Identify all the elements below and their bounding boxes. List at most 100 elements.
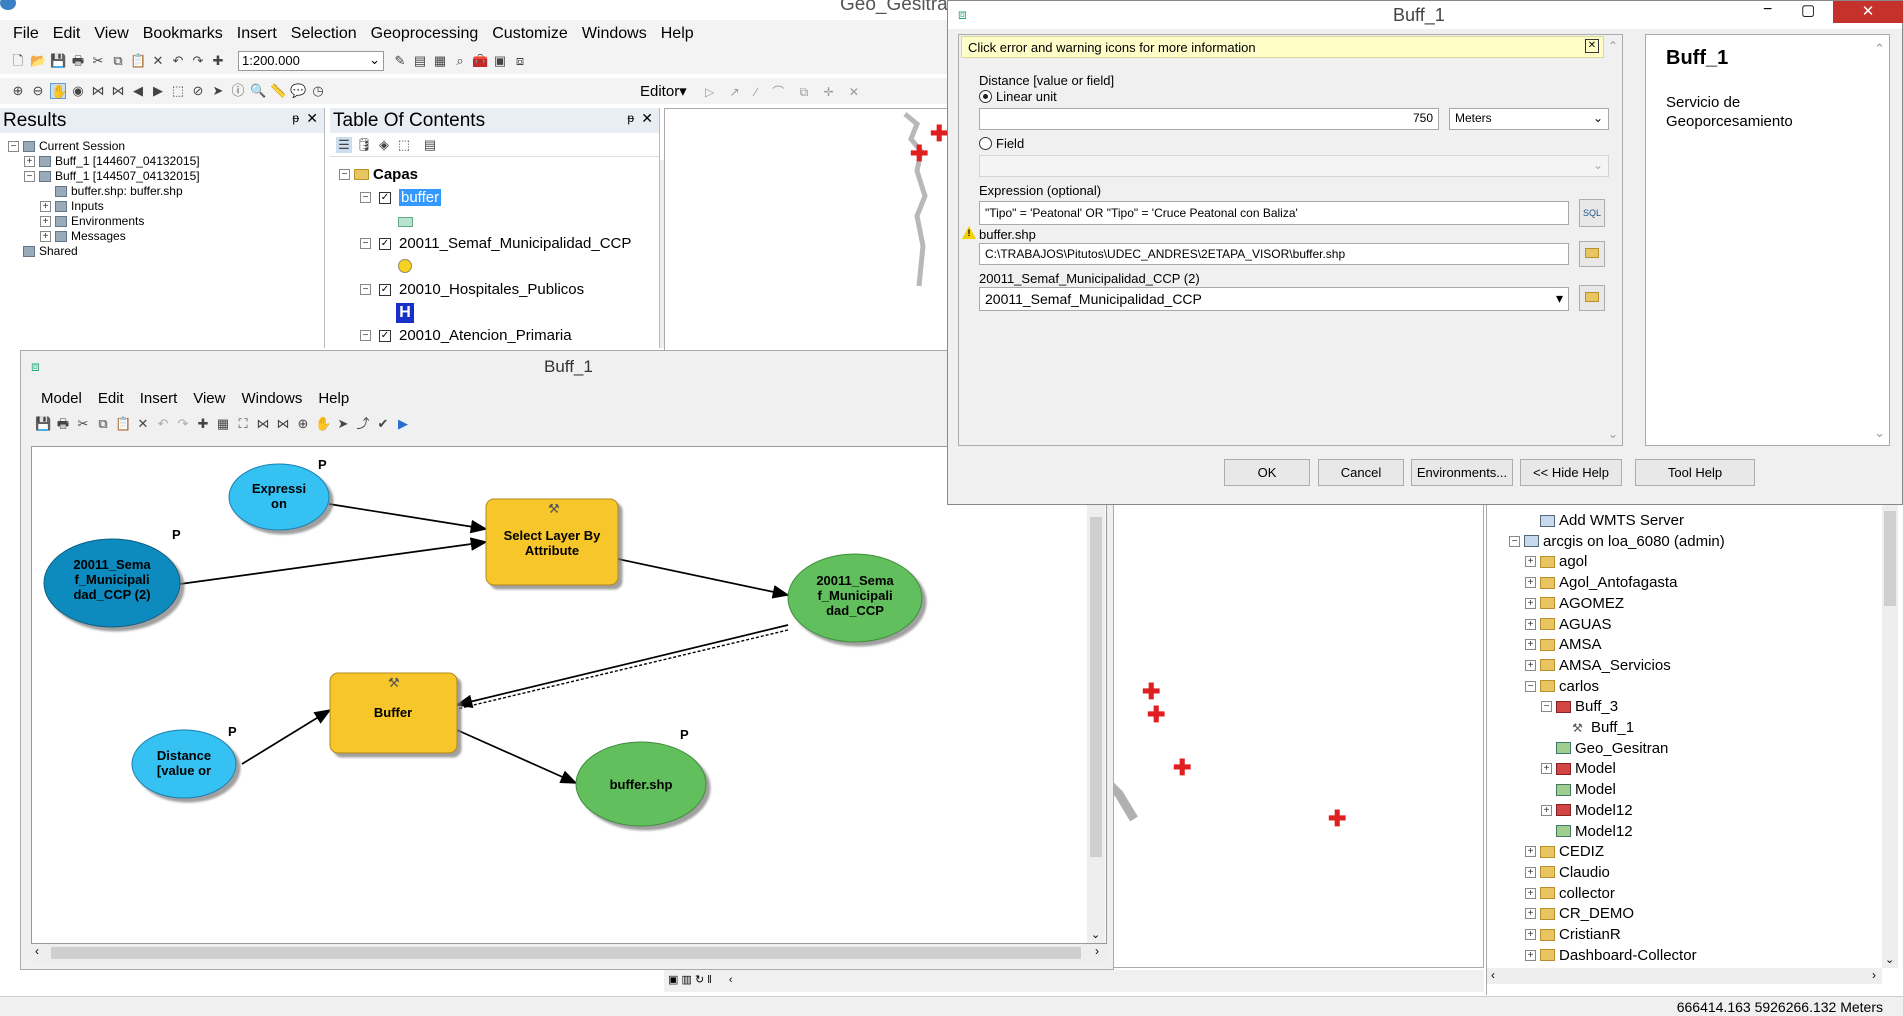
catalog-vscrollbar[interactable]: ⌄ [1882,505,1898,968]
full-extent-icon[interactable]: ◉ [70,83,86,99]
model-diagram-canvas[interactable]: ⚒ ⚒ Expressi on 20011_Sema f_Municipali dad… [31,446,1107,944]
clear-selection-icon[interactable]: ⊘ [190,83,206,99]
scroll-left-icon[interactable]: ‹ [1491,968,1495,982]
distance-input[interactable]: 750 [979,108,1439,130]
identify-icon[interactable]: ⓘ [230,83,246,99]
catalog-item[interactable]: + AGOMEZ [1525,595,1624,612]
mb-menu-item-view[interactable]: View [185,390,233,407]
mb-menu-item-help[interactable]: Help [310,390,357,407]
hide-help-button[interactable]: << Hide Help [1520,459,1622,486]
expand-icon[interactable]: + [40,200,51,212]
delete-icon[interactable]: ✕ [135,416,151,432]
catalog-item[interactable]: Add WMTS Server [1525,512,1684,529]
mb-hscrollbar[interactable]: ‹ › [31,944,1107,962]
search-window-icon[interactable]: ⌕ [452,53,468,69]
scroll-left-icon[interactable]: ‹ [729,974,733,986]
collapse-icon[interactable]: − [339,169,350,180]
find-icon[interactable]: 🔍 [250,83,266,99]
warning-icon[interactable]: ! [962,226,976,239]
paste-icon[interactable]: 📋 [115,416,131,432]
expand-icon[interactable]: + [1525,908,1536,920]
run-icon[interactable]: ▶ [395,416,411,432]
select-icon[interactable]: ➤ [335,416,351,432]
save-icon[interactable]: 💾 [35,416,51,432]
expand-icon[interactable]: + [1525,577,1536,589]
results-item[interactable]: − Buff_1 [144507_04132015] [24,169,200,183]
scroll-right-icon[interactable]: › [1095,944,1099,958]
fixed-zoom-in-icon[interactable]: ⋈ [255,416,271,432]
form-vscrollbar[interactable]: ⌃ ⌄ [1604,35,1622,445]
redo-icon[interactable]: ↷ [175,416,191,432]
zoom-out-icon[interactable]: ⊖ [30,83,46,99]
list-by-drawing-order-icon[interactable]: ☰ [336,136,352,153]
toc-layer-buffer[interactable]: − ✓ buffer [360,189,442,206]
expand-icon[interactable]: + [1525,929,1536,940]
results-item[interactable]: + Environments [40,214,144,228]
cancel-button[interactable]: Cancel [1318,459,1404,486]
refresh-icon[interactable]: ↻ [695,974,704,986]
menu-item-file[interactable]: File [6,25,46,43]
copy-icon[interactable]: ⧉ [110,53,126,69]
catalog-item[interactable]: − arcgis on loa_6080 (admin) [1509,533,1725,550]
toc-layer-semaf[interactable]: − ✓ 20011_Semaf_Municipalidad_CCP [360,235,631,252]
collapse-icon[interactable]: − [360,330,371,341]
toc-layer-hospitales[interactable]: − ✓ 20010_Hospitales_Publicos [360,281,584,298]
results-item[interactable]: buffer.shp: buffer.shp [40,184,183,198]
catalog-item[interactable]: + AMSA_Servicios [1525,657,1671,674]
pause-icon[interactable]: ‖ [707,974,712,986]
scroll-right-icon[interactable]: › [1872,968,1876,982]
copy-icon[interactable]: ⧉ [95,416,111,432]
close-icon[interactable]: ✕ [1585,39,1599,53]
scroll-up-icon[interactable]: ⌃ [1874,41,1885,57]
expand-icon[interactable]: + [1525,949,1536,961]
cut-icon[interactable]: ✂ [75,416,91,432]
mb-menu-item-insert[interactable]: Insert [132,390,186,407]
pin-icon[interactable]: ᵽ [292,111,299,125]
scale-combo[interactable]: 1:200.000 ⌄ [238,51,384,71]
connect-icon[interactable]: ⤴ [355,416,371,432]
pan-icon[interactable]: ✋ [50,83,67,99]
catalog-item[interactable]: + CristianR [1525,926,1621,943]
linear-unit-radio[interactable]: Linear unit [979,89,1057,104]
expand-icon[interactable]: + [1525,659,1536,671]
scroll-down-icon[interactable]: ⌄ [1874,425,1885,441]
close-icon[interactable]: ✕ [306,110,318,127]
expand-icon[interactable]: + [24,155,35,167]
arctoolbox-icon[interactable]: 🧰 [472,53,488,69]
cut-icon[interactable]: ✂ [90,53,106,69]
expand-icon[interactable]: + [1541,804,1552,816]
close-button[interactable]: ✕ [1833,1,1903,23]
output-path-input[interactable]: C:\TRABAJOS\Pitutos\UDEC_ANDRES\2ETAPA_V… [979,243,1569,265]
catalog-item[interactable]: + collector [1525,885,1615,902]
menu-item-geoprocessing[interactable]: Geoprocessing [364,25,486,43]
catalog-item[interactable]: − carlos [1525,678,1599,695]
tool-help-button[interactable]: Tool Help [1635,459,1755,486]
catalog-item[interactable]: + CR_DEMO [1525,905,1634,922]
mb-menu-item-model[interactable]: Model [33,390,90,407]
unit-select[interactable]: Meters ⌄ [1449,108,1609,130]
toc-group-capas[interactable]: − Capas [339,166,418,183]
mb-menu-item-edit[interactable]: Edit [90,390,132,407]
field-radio[interactable]: Field [979,136,1024,151]
menu-item-insert[interactable]: Insert [230,25,284,43]
select-elements-icon[interactable]: ➤ [210,83,226,99]
mb-menu-item-windows[interactable]: Windows [233,390,310,407]
zoom-in-icon[interactable]: ⊕ [10,83,26,99]
collapse-icon[interactable]: − [1509,535,1520,547]
browse-output-button[interactable] [1579,241,1605,267]
expand-icon[interactable]: + [1525,887,1536,899]
catalog-item[interactable]: + Dashboard-Collector [1525,947,1697,964]
validate-icon[interactable]: ✔ [375,416,391,432]
expand-icon[interactable]: + [1525,866,1536,878]
full-extent-icon[interactable]: ⛶ [235,416,251,432]
layout-view-icon[interactable]: ▥ [681,974,691,986]
collapse-icon[interactable]: − [1525,680,1536,692]
fixed-zoom-in-icon[interactable]: ⋈ [90,83,106,99]
options-icon[interactable]: ▤ [422,137,438,153]
catalog-item[interactable]: + Model12 [1541,802,1633,819]
collapse-icon[interactable]: − [24,170,35,182]
editor-toolbar-icon[interactable]: ✎ [392,53,408,69]
forward-icon[interactable]: ▶ [150,83,166,99]
menu-item-edit[interactable]: Edit [46,25,88,43]
catalog-item[interactable]: + Agol_Antofagasta [1525,574,1677,591]
